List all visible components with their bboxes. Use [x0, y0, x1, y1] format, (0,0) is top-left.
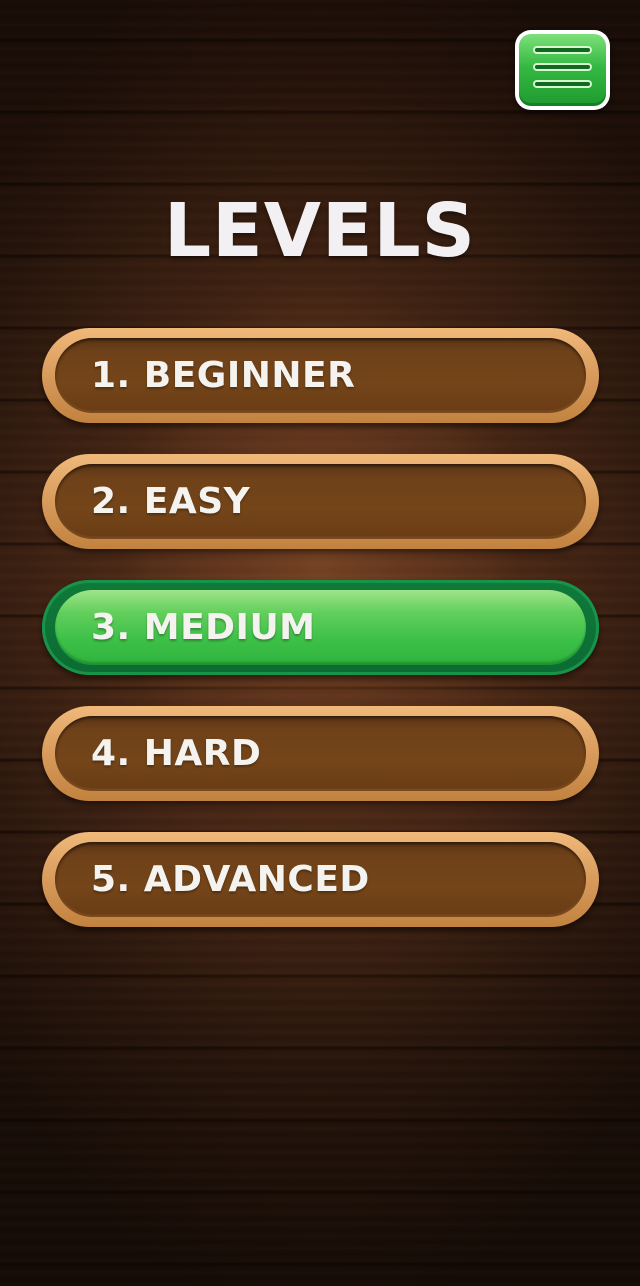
level-button-face: 4. HARD: [55, 716, 586, 791]
level-button-face: 5. ADVANCED: [55, 842, 586, 917]
menu-icon-line: [533, 63, 592, 71]
menu-icon-line: [533, 80, 592, 88]
level-button-face: 2. EASY: [55, 464, 586, 539]
level-list: 1. BEGINNER 2. EASY 3. MEDIUM 4. HARD 5.…: [42, 328, 599, 958]
level-button-advanced[interactable]: 5. ADVANCED: [42, 832, 599, 927]
hamburger-menu-icon: [519, 34, 606, 106]
level-label: 5. ADVANCED: [91, 859, 370, 900]
level-label: 3. MEDIUM: [91, 607, 316, 648]
level-button-face: 3. MEDIUM: [55, 590, 586, 665]
level-button-hard[interactable]: 4. HARD: [42, 706, 599, 801]
level-button-easy[interactable]: 2. EASY: [42, 454, 599, 549]
level-button-medium[interactable]: 3. MEDIUM: [42, 580, 599, 675]
level-button-beginner[interactable]: 1. BEGINNER: [42, 328, 599, 423]
menu-icon-line: [533, 46, 592, 54]
level-label: 2. EASY: [91, 481, 251, 522]
level-label: 1. BEGINNER: [91, 355, 356, 396]
menu-button[interactable]: [515, 30, 610, 110]
level-label: 4. HARD: [91, 733, 262, 774]
level-button-face: 1. BEGINNER: [55, 338, 586, 413]
page-title: LEVELS: [164, 188, 476, 274]
